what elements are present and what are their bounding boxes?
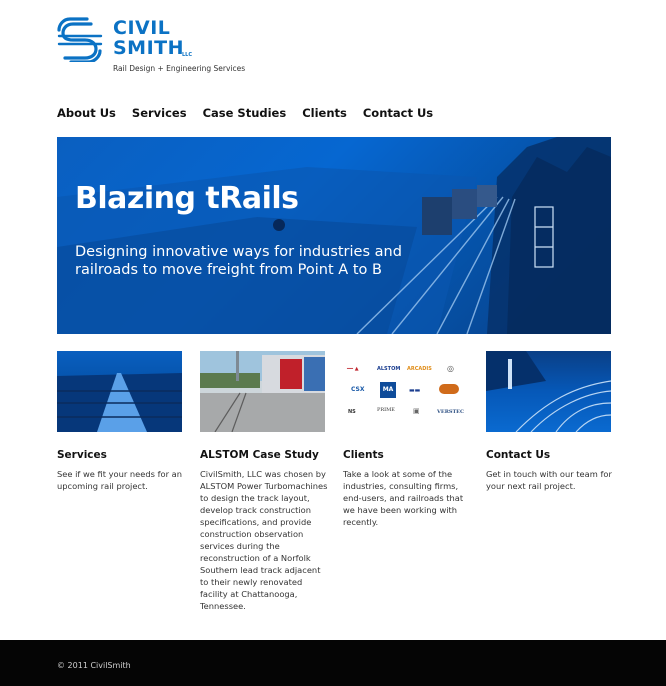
client-logo-5: ▣ [413,407,420,415]
clients-column: ━━ ▲ ALSTOM ARCADIS ◎ CSX MA ▬▬ NS PRIME… [343,351,469,527]
facility-image [200,351,325,432]
hero-title: Blazing tRails [75,181,299,216]
case-study-column: ALSTOM Case Study CivilSmith, LLC was ch… [200,351,327,611]
client-logo-csx: CSX [351,386,365,393]
client-logo-4 [439,384,459,394]
case-study-thumbnail[interactable] [200,351,325,432]
client-logo-ma: MA [380,382,396,398]
site-logo[interactable]: CIVIL SMITH LLC Rail Design + Engineerin… [57,16,257,78]
case-study-text: CivilSmith, LLC was chosen by ALSTOM Pow… [200,469,328,611]
main-nav: About Us Services Case Studies Clients C… [57,106,433,120]
client-logo-arcadis: ARCADIS [407,366,432,372]
brand-tagline: Rail Design + Engineering Services [113,64,246,73]
client-logo-ns: NS [348,409,356,415]
site-footer: © 2011 CivilSmith [0,640,666,686]
services-title[interactable]: Services [57,449,107,461]
contact-thumbnail[interactable] [486,351,611,432]
brand-name-line2: SMITH [113,37,185,59]
contact-text: Get in touch with our team for your next… [486,469,612,491]
services-column: Services See if we fit your needs for an… [57,351,183,491]
logo-mark-icon [57,17,103,62]
services-text: See if we fit your needs for an upcoming… [57,469,182,491]
contact-title[interactable]: Contact Us [486,449,550,461]
services-thumbnail[interactable] [57,351,182,432]
clients-text: Take a look at some of the industries, c… [343,469,464,527]
client-logo-2: ◎ [447,364,454,373]
contact-column: Contact Us Get in touch with our team fo… [486,351,612,491]
client-logo-1: ━━ ▲ [347,366,359,372]
nav-clients[interactable]: Clients [302,106,347,120]
hero-railroad-image [57,137,611,334]
hero-subtitle: Designing innovative ways for industries… [75,244,402,278]
nav-contact-us[interactable]: Contact Us [363,106,433,120]
rail-switch-image [486,351,611,432]
nav-about-us[interactable]: About Us [57,106,116,120]
track-image [57,373,182,432]
brand-name-line1: CIVIL [113,17,171,39]
client-logos-grid[interactable]: ━━ ▲ ALSTOM ARCADIS ◎ CSX MA ▬▬ NS PRIME… [343,351,468,432]
clients-title[interactable]: Clients [343,449,384,461]
nav-services[interactable]: Services [132,106,187,120]
footer-copyright: © 2011 CivilSmith [57,661,131,670]
client-logo-prime: PRIME [377,407,395,413]
client-logo-3: ▬▬ [409,387,421,394]
brand-llc: LLC [182,52,193,58]
nav-case-studies[interactable]: Case Studies [203,106,287,120]
client-logo-alstom: ALSTOM [377,366,401,372]
client-logo-verstec: VERSTEC [437,409,464,415]
case-study-title[interactable]: ALSTOM Case Study [200,449,319,461]
brand-name: CIVIL SMITH [113,18,184,58]
hero-banner: Blazing tRails Designing innovative ways… [57,137,611,334]
